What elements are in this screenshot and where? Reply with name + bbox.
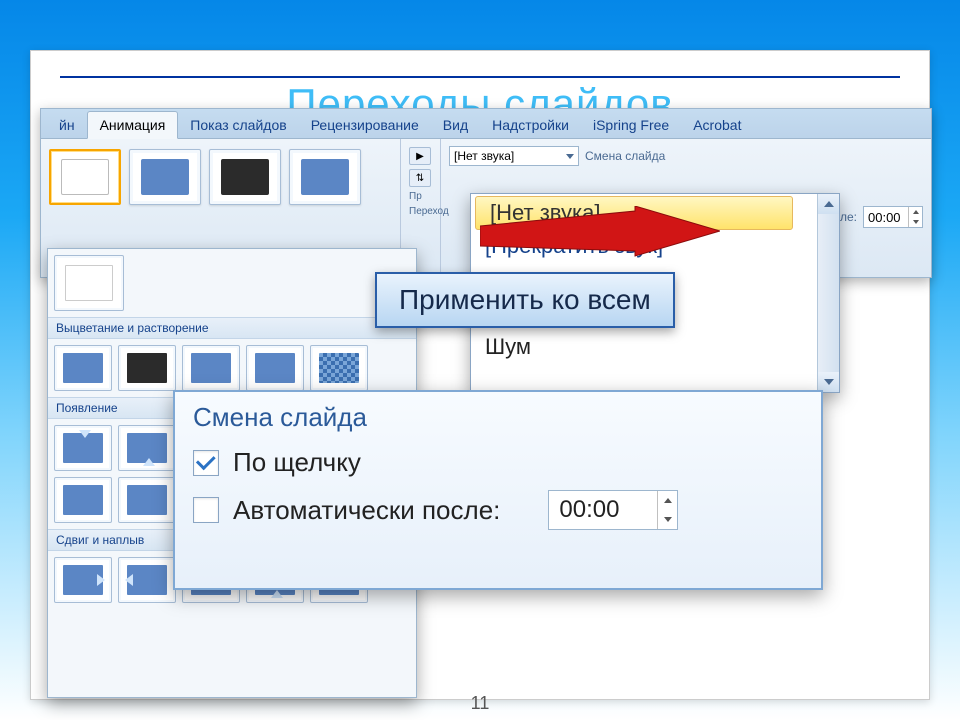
gallery-cat-fade: Выцветание и растворение [48, 317, 416, 339]
gallery-fade-3[interactable] [182, 345, 240, 391]
slide-change-header: Смена слайда [193, 402, 803, 433]
change-slide-label: Смена слайда [585, 149, 665, 163]
tab-review[interactable]: Рецензирование [299, 112, 431, 138]
gallery-appear-2[interactable] [118, 425, 176, 471]
preview-icon[interactable]: ▶ [409, 147, 431, 165]
tab-view[interactable]: Вид [431, 112, 480, 138]
tab-animation[interactable]: Анимация [87, 111, 179, 139]
ribbon-after-time-value: 00:00 [868, 210, 901, 225]
gallery-push-2[interactable] [118, 557, 176, 603]
tab-acrobat[interactable]: Acrobat [681, 112, 753, 138]
ribbon-tabs: йн Анимация Показ слайдов Рецензирование… [41, 109, 931, 139]
slide-change-popup: Смена слайда По щелчку Автоматически пос… [173, 390, 823, 590]
auto-after-checkbox[interactable] [193, 497, 219, 523]
transition-fade-2[interactable] [209, 149, 281, 205]
gallery-push-1[interactable] [54, 557, 112, 603]
auto-after-spinner[interactable] [657, 491, 677, 529]
transition-none[interactable] [49, 149, 121, 205]
auto-after-time-value: 00:00 [559, 496, 619, 524]
scroll-up-icon[interactable] [818, 194, 839, 214]
on-click-checkbox[interactable] [193, 450, 219, 476]
effect-options-icon[interactable]: ⇅ [409, 169, 431, 187]
transition-fade-1[interactable] [129, 149, 201, 205]
gallery-fade-1[interactable] [54, 345, 112, 391]
gallery-fade-2[interactable] [118, 345, 176, 391]
auto-after-label: Автоматически после: [233, 495, 500, 526]
sound-scrollbar[interactable] [817, 194, 839, 392]
sound-dropdown[interactable]: [Нет звука] [449, 146, 579, 166]
gallery-appear-1[interactable] [54, 425, 112, 471]
transition-fade-3[interactable] [289, 149, 361, 205]
sound-dropdown-value: [Нет звука] [454, 149, 514, 163]
gallery-appear-6[interactable] [54, 477, 112, 523]
gallery-none-thumb[interactable] [54, 255, 124, 311]
sound-item-noise[interactable]: Шум [471, 331, 817, 363]
sound-item-stop[interactable]: [Прекратить звук] [471, 230, 817, 262]
tab-addins[interactable]: Надстройки [480, 112, 581, 138]
gallery-fade-4[interactable] [246, 345, 304, 391]
ribbon-time-spinner[interactable] [908, 207, 922, 227]
ribbon-after-time[interactable]: 00:00 [863, 206, 923, 228]
tab-ispring[interactable]: iSpring Free [581, 112, 681, 138]
sound-item-none[interactable]: [Нет звука] [475, 196, 793, 230]
tab-design-cut[interactable]: йн [47, 112, 87, 138]
on-click-label: По щелчку [233, 447, 361, 478]
mini-label-2: Переход [409, 206, 432, 217]
title-rule [60, 76, 900, 78]
after-label: ле: [840, 210, 857, 224]
gallery-fade-5[interactable] [310, 345, 368, 391]
mini-label-1: Пр [409, 191, 432, 202]
apply-all-callout: Применить ко всем [375, 272, 675, 328]
gallery-appear-7[interactable] [118, 477, 176, 523]
tab-slideshow[interactable]: Показ слайдов [178, 112, 298, 138]
scroll-down-icon[interactable] [818, 372, 839, 392]
auto-after-time-input[interactable]: 00:00 [548, 490, 678, 530]
